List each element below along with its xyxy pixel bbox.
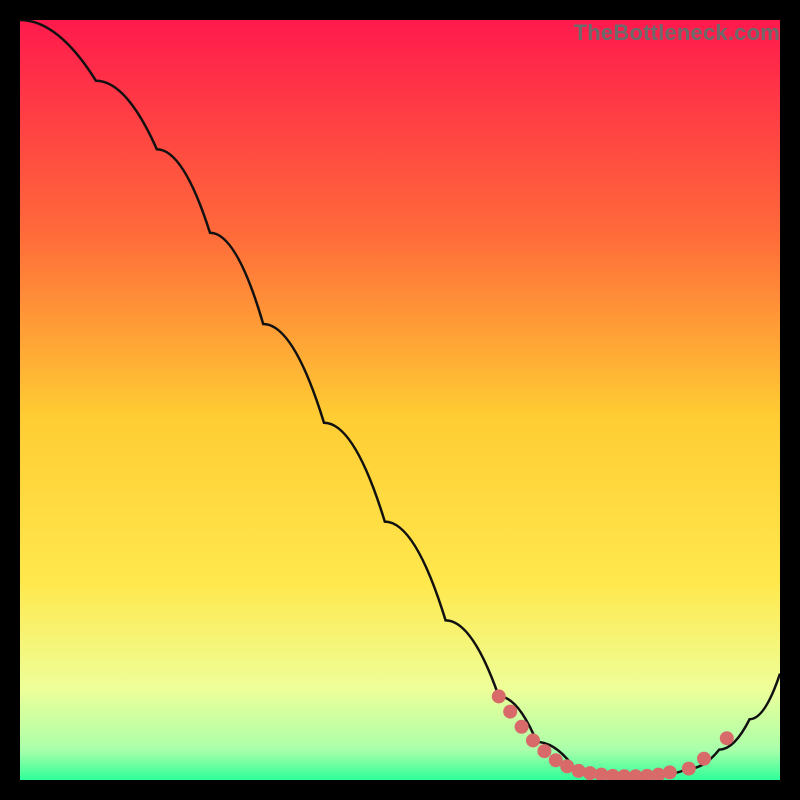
data-marker [697, 752, 711, 766]
data-marker [492, 689, 506, 703]
data-marker [682, 762, 696, 776]
data-marker [526, 733, 540, 747]
data-marker [503, 705, 517, 719]
data-marker [537, 744, 551, 758]
watermark-text: TheBottleneck.com [574, 20, 780, 46]
gradient-background [20, 20, 780, 780]
data-marker [663, 765, 677, 779]
data-marker [515, 720, 529, 734]
bottleneck-chart [20, 20, 780, 780]
data-marker [720, 731, 734, 745]
chart-frame: TheBottleneck.com [20, 20, 780, 780]
